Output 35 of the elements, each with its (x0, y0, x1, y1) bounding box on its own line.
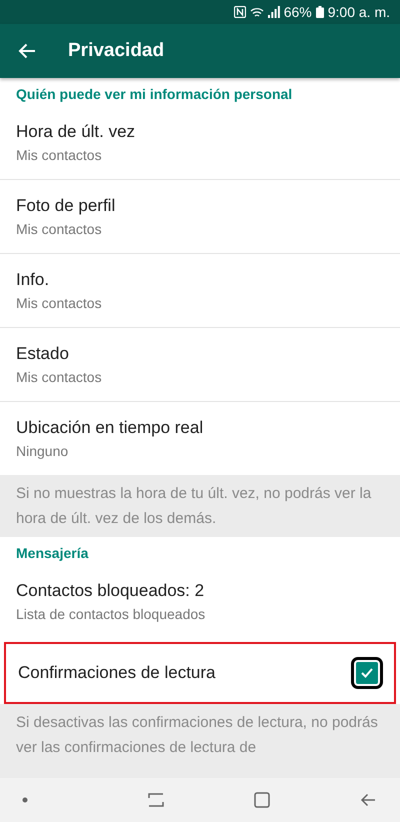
item-title: Hora de últ. vez (16, 122, 136, 142)
signal-icon (268, 6, 280, 18)
clock: 9:00 a. m. (328, 4, 390, 20)
item-value: Ninguno (16, 443, 70, 459)
settings-item[interactable]: Estado Mis contactos (0, 328, 400, 402)
settings-item[interactable]: Confirmaciones de lectura (4, 642, 396, 704)
check-icon (360, 667, 374, 679)
settings-item[interactable]: Hora de últ. vez Mis contactos (0, 106, 400, 180)
settings-item[interactable]: Info. Mis contactos (0, 254, 400, 328)
back-icon (360, 793, 376, 807)
item-value: Mis contactos (16, 295, 102, 311)
item-title: Info. (16, 270, 50, 290)
settings-item[interactable]: Ubicación en tiempo real Ninguno (0, 402, 400, 475)
back-arrow-icon (18, 43, 36, 59)
item-value: Lista de contactos bloqueados (16, 606, 206, 622)
section-header: Quién puede ver mi información personal (15, 85, 294, 104)
item-value: Mis contactos (16, 221, 103, 237)
battery-icon (316, 6, 324, 18)
recents-icon (148, 792, 164, 808)
wifi-icon (250, 6, 264, 18)
nfc-icon (234, 6, 246, 18)
battery-percent: 66% (284, 4, 312, 20)
item-title: Contactos bloqueados: 2 (16, 581, 206, 601)
item-title: Estado (16, 344, 70, 364)
item-title: Foto de perfil (16, 196, 116, 216)
section-header: Mensajería (15, 544, 90, 563)
item-value: Mis contactos (16, 369, 102, 385)
item-title: Confirmaciones de lectura (18, 663, 216, 683)
home-icon (254, 792, 270, 808)
screen-title: Privacidad (68, 40, 164, 62)
item-value: Mis contactos (16, 147, 103, 163)
settings-item[interactable]: Foto de perfil Mis contactos (0, 180, 400, 254)
dot-icon (22, 797, 28, 803)
settings-item[interactable]: Contactos bloqueados: 2 Lista de contactos bloqueados (0, 565, 400, 638)
item-title: Ubicación en tiempo real (16, 418, 204, 438)
